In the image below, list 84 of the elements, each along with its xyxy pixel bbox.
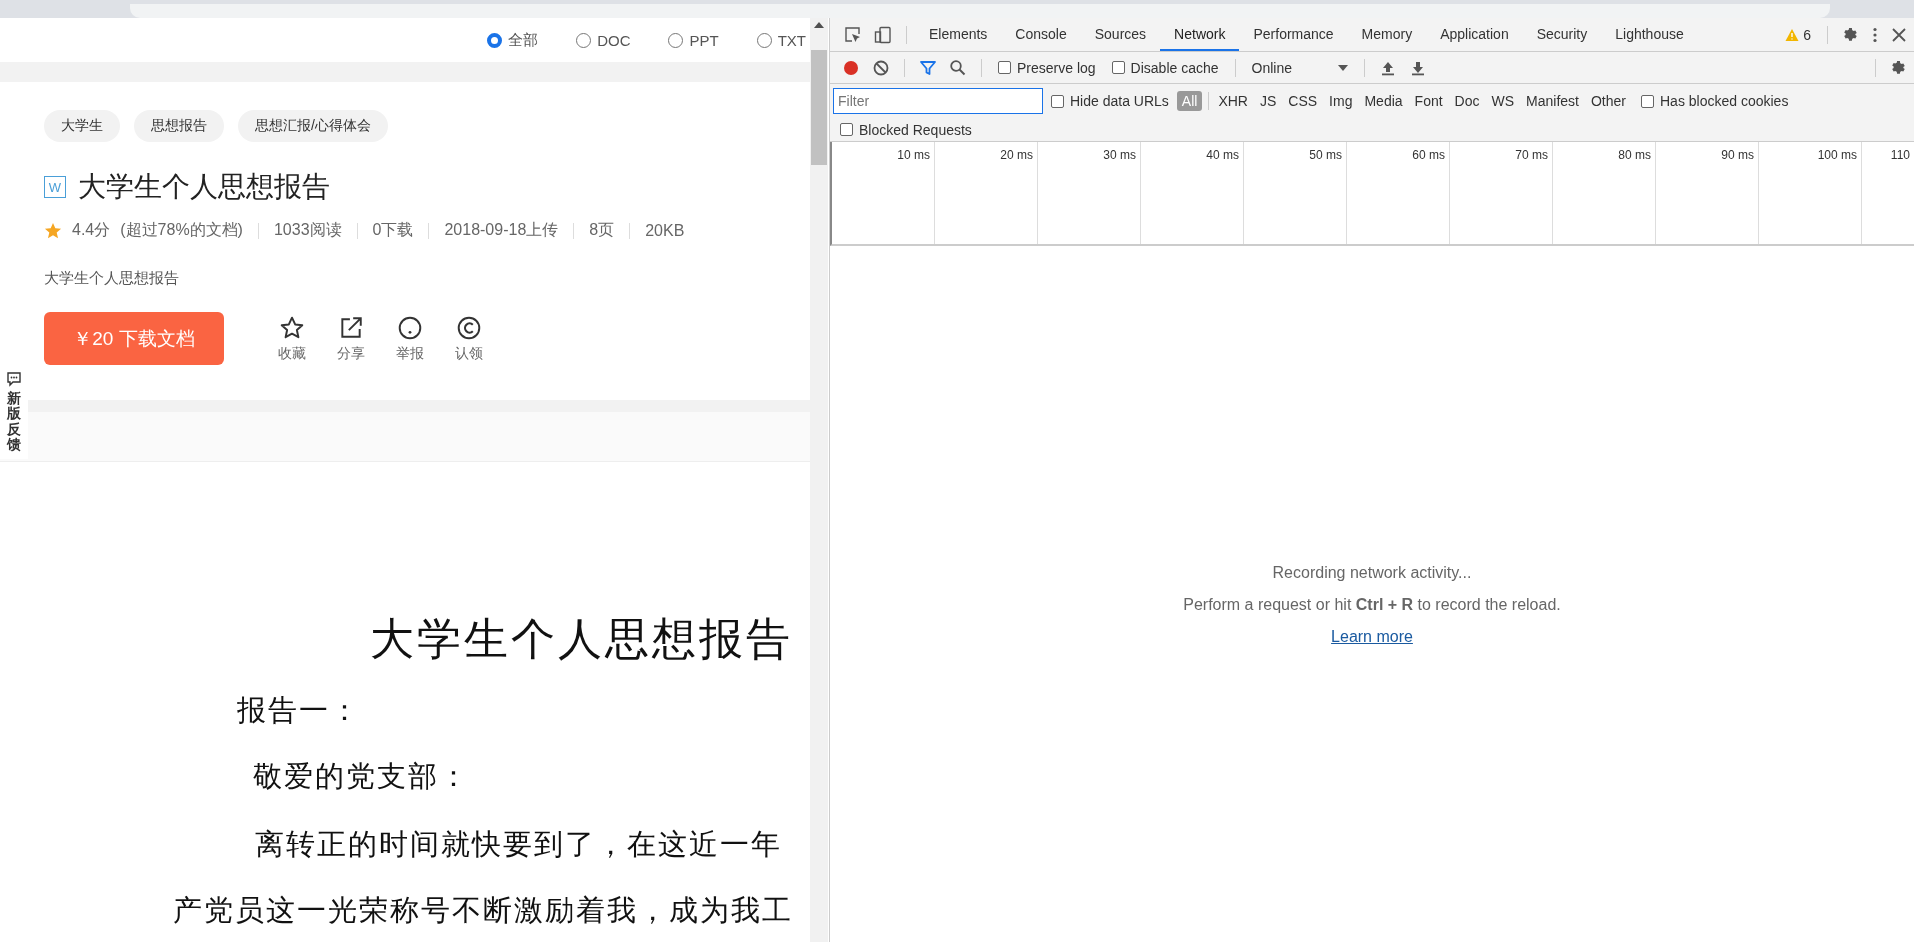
chat-bubble-icon (6, 371, 22, 387)
share-button[interactable]: 分享 (321, 314, 380, 363)
settings-icon (1890, 58, 1908, 77)
file-type-radio[interactable]: PPT (668, 31, 719, 49)
funnel-icon (919, 58, 937, 77)
star-icon (44, 221, 62, 240)
caret-icon (1337, 64, 1348, 71)
tag-chip[interactable]: 大学生 (44, 110, 120, 142)
circle-dot-icon (396, 314, 423, 341)
document-stat: 8页 (589, 220, 615, 240)
timeline-tick-label: 10 ms (897, 148, 930, 162)
warnings-button[interactable]: 6 (1777, 18, 1819, 51)
document-text-line: 产党员这一光荣称号不断激励着我，成为我工 (172, 893, 794, 928)
star-icon (278, 314, 305, 341)
timeline-tick-label: 80 ms (1618, 148, 1651, 162)
copyright-icon (455, 314, 482, 341)
empty-state-title: Recording network activity... (1272, 564, 1472, 582)
learn-more-link[interactable]: Learn more (1331, 628, 1413, 646)
cursor-in-box-icon (844, 25, 862, 44)
resource-type-filter[interactable]: Media (1359, 91, 1408, 111)
rating-score: 4.4分 (72, 220, 111, 240)
resource-type-filter[interactable]: Manifest (1521, 91, 1584, 111)
blocked-cookies-checkbox[interactable]: Has blocked cookies (1633, 93, 1797, 109)
resource-type-filter[interactable]: Img (1324, 91, 1358, 111)
timeline-tick-label: 40 ms (1206, 148, 1239, 162)
devtools-tab[interactable]: Security (1522, 18, 1602, 51)
document-stat: 2018-09-18上传 (444, 220, 559, 240)
record-button[interactable] (844, 60, 858, 75)
devtools-tab[interactable]: Sources (1080, 18, 1161, 51)
timeline-tick-label: 60 ms (1412, 148, 1445, 162)
file-type-radio[interactable]: DOC (576, 31, 631, 49)
search-icon (949, 58, 967, 77)
disable-cache-checkbox[interactable]: Disable cache (1103, 59, 1227, 76)
timeline-tick-label: 70 ms (1515, 148, 1548, 162)
devtools-tab[interactable]: Performance (1239, 18, 1348, 51)
rating-note: (超过78%的文档) (120, 220, 243, 240)
file-type-radio[interactable]: 全部 (487, 30, 539, 50)
throttling-dropdown[interactable]: Online (1243, 59, 1356, 76)
blocked-requests-checkbox[interactable]: Blocked Requests (832, 121, 980, 138)
devtools-tab[interactable]: Application (1426, 18, 1523, 51)
scrollbar[interactable] (810, 18, 828, 942)
resource-type-filter[interactable]: XHR (1213, 91, 1253, 111)
tag-chip[interactable]: 思想汇报/心得体会 (238, 110, 388, 142)
document-stat: 0下载 (372, 220, 414, 240)
devtools-tab[interactable]: Memory (1347, 18, 1427, 51)
empty-state-hint: Perform a request or hit Ctrl + R to record the reload. (1183, 596, 1561, 614)
preserve-log-checkbox[interactable]: Preserve log (990, 59, 1104, 76)
warning-icon (1785, 27, 1800, 42)
resource-type-filter[interactable]: JS (1254, 91, 1282, 111)
timeline-tick-label: 110 (1890, 148, 1910, 162)
timeline-tick-label: 50 ms (1309, 148, 1342, 162)
phone-tablet-icon (874, 25, 892, 44)
document-text-line: 敬爱的党支部： (252, 759, 471, 794)
close-icon (1890, 25, 1908, 44)
resource-type-filter[interactable]: Doc (1449, 91, 1485, 111)
document-description: 大学生个人思想报告 (44, 269, 180, 288)
document-heading: 大学生个人思想报告 (369, 614, 794, 666)
claim-button[interactable]: 认领 (439, 314, 498, 363)
settings-icon (1842, 25, 1860, 44)
resource-type-filter[interactable]: CSS (1283, 91, 1323, 111)
blocked-circle-icon (872, 58, 890, 77)
report-button[interactable]: 举报 (380, 314, 439, 363)
file-type-badge: W (44, 176, 66, 198)
document-text-line: 报告一： (236, 693, 362, 728)
vertical-dots-icon (1872, 25, 1878, 44)
resource-type-filter[interactable]: WS (1486, 91, 1520, 111)
devtools-tab[interactable]: Console (1001, 18, 1081, 51)
timeline-tick-label: 90 ms (1721, 148, 1754, 162)
file-type-radio[interactable]: TXT (756, 31, 806, 49)
resource-type-filter[interactable]: Font (1409, 91, 1448, 111)
hide-data-urls-checkbox[interactable]: Hide data URLs (1043, 93, 1177, 109)
document-stat: 1033阅读 (273, 220, 342, 240)
filter-field[interactable]: Filter (833, 88, 1043, 114)
tag-chip[interactable]: 思想报告 (134, 110, 224, 142)
devtools-tab[interactable]: Elements (915, 18, 1002, 51)
timeline-tick-label: 100 ms (1817, 148, 1857, 162)
document-stat: 20KB (645, 221, 685, 240)
devtools-tab[interactable]: Lighthouse (1601, 18, 1698, 51)
timeline-tick-label: 20 ms (1000, 148, 1033, 162)
collect-button[interactable]: 收藏 (262, 314, 321, 363)
document-text-line: 离转正的时间就快要到了，在这近一年 (254, 827, 783, 862)
timeline-tick-label: 30 ms (1103, 148, 1136, 162)
document-title: 大学生个人思想报告 (78, 170, 330, 204)
resource-type-filter[interactable]: Other (1586, 91, 1631, 111)
